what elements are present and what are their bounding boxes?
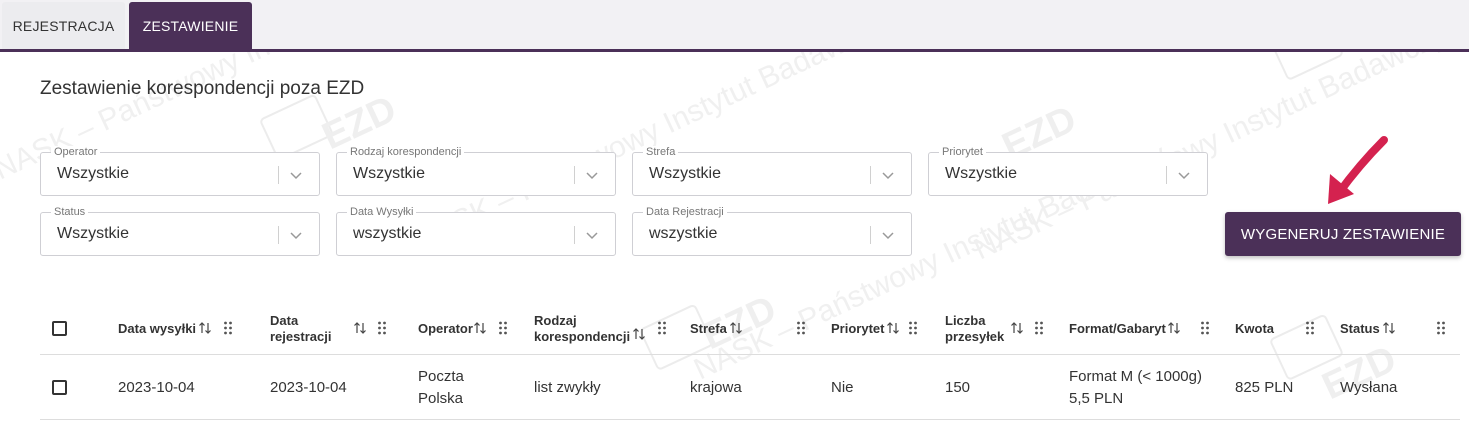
data-wysylki-select[interactable]: Data Wysyłki wszystkie	[336, 206, 616, 256]
drag-handle-icon[interactable]	[377, 321, 387, 335]
rodzaj-korespondencji-select[interactable]: Rodzaj korespondencji Wszystkie	[336, 146, 616, 196]
sort-icon[interactable]	[473, 321, 487, 335]
status-value: Wszystkie	[57, 225, 129, 242]
data-rejestracji-label: Data Rejestracji	[643, 206, 727, 218]
page-title: Zestawienie korespondencji poza EZD	[40, 78, 365, 99]
priorytet-select[interactable]: Priorytet Wszystkie	[928, 146, 1208, 196]
header-strefa[interactable]: Strefa	[690, 302, 727, 355]
chevron-down-icon[interactable]	[287, 226, 305, 244]
header-priorytet[interactable]: Priorytet	[831, 302, 884, 355]
divider	[870, 226, 871, 244]
tab-bar: REJESTRACJA ZESTAWIENIE	[0, 0, 1469, 52]
divider	[1166, 166, 1167, 184]
header-operator[interactable]: Operator	[418, 302, 473, 355]
cell-data-wysylki: 2023-10-04	[118, 378, 195, 396]
sort-icon[interactable]	[1382, 321, 1396, 335]
divider	[870, 166, 871, 184]
header-status[interactable]: Status	[1340, 302, 1380, 355]
data-rejestracji-select[interactable]: Data Rejestracji wszystkie	[632, 206, 912, 256]
priorytet-label: Priorytet	[939, 146, 986, 158]
drag-handle-icon[interactable]	[796, 321, 806, 335]
status-select[interactable]: Status Wszystkie	[40, 206, 320, 256]
data-rejestracji-value: wszystkie	[649, 225, 718, 242]
generate-report-button[interactable]: WYGENERUJ ZESTAWIENIE	[1225, 212, 1461, 256]
drag-handle-icon[interactable]	[498, 321, 508, 335]
sort-icon[interactable]	[1010, 321, 1024, 335]
chevron-down-icon[interactable]	[879, 166, 897, 184]
tab-zestawienie[interactable]: ZESTAWIENIE	[129, 2, 252, 49]
operator-value: Wszystkie	[57, 165, 129, 182]
table-header: Data wysyłki Data rejestracji Operator Ro…	[40, 302, 1460, 355]
drag-handle-icon[interactable]	[657, 321, 667, 335]
cell-rodzaj: list zwykły	[534, 378, 601, 396]
data-wysylki-label: Data Wysyłki	[347, 206, 417, 218]
tab-zestawienie-label: ZESTAWIENIE	[142, 17, 239, 34]
header-data-wysylki[interactable]: Data wysyłki	[118, 302, 196, 355]
drag-handle-icon[interactable]	[223, 321, 233, 335]
sort-icon[interactable]	[886, 321, 900, 335]
rodzaj-korespondencji-label: Rodzaj korespondencji	[347, 146, 465, 158]
table-row[interactable]: 2023-10-04 2023-10-04 Poczta Polska list …	[40, 355, 1460, 420]
chevron-down-icon[interactable]	[583, 166, 601, 184]
strefa-value: Wszystkie	[649, 165, 721, 182]
divider	[278, 166, 279, 184]
header-kwota[interactable]: Kwota	[1235, 302, 1274, 355]
cell-strefa: krajowa	[690, 378, 742, 396]
header-rodzaj-korespondencji[interactable]: Rodzaj korespondencji	[534, 302, 630, 355]
data-wysylki-value: wszystkie	[353, 225, 422, 242]
sort-icon[interactable]	[729, 321, 743, 335]
tab-rejestracja[interactable]: REJESTRACJA	[2, 2, 125, 49]
chevron-down-icon[interactable]	[879, 226, 897, 244]
drag-handle-icon[interactable]	[1200, 321, 1210, 335]
chevron-down-icon[interactable]	[287, 166, 305, 184]
operator-label: Operator	[51, 146, 101, 158]
chevron-down-icon[interactable]	[583, 226, 601, 244]
header-liczba-przesylek[interactable]: Liczba przesyłek	[945, 302, 1004, 355]
cell-liczba: 150	[945, 378, 971, 396]
divider	[574, 226, 575, 244]
drag-handle-icon[interactable]	[1305, 321, 1315, 335]
row-checkbox[interactable]	[52, 380, 67, 395]
cell-data-rejestracji: 2023-10-04	[270, 378, 347, 396]
status-label: Status	[51, 206, 89, 218]
rodzaj-korespondencji-value: Wszystkie	[353, 165, 425, 182]
cell-operator: Poczta Polska	[418, 367, 464, 407]
operator-select[interactable]: Operator Wszystkie	[40, 146, 320, 196]
strefa-label: Strefa	[643, 146, 679, 158]
sort-icon[interactable]	[632, 327, 646, 341]
priorytet-value: Wszystkie	[945, 165, 1017, 182]
divider	[574, 166, 575, 184]
sort-icon[interactable]	[198, 321, 212, 335]
cell-status: Wysłana	[1340, 378, 1398, 396]
select-all-checkbox[interactable]	[52, 321, 67, 336]
strefa-select[interactable]: Strefa Wszystkie	[632, 146, 912, 196]
divider	[278, 226, 279, 244]
cell-format: Format M (< 1000g) 5,5 PLN	[1069, 367, 1202, 407]
cell-priorytet: Nie	[831, 378, 854, 396]
header-format-gabaryt[interactable]: Format/Gabaryt	[1069, 302, 1166, 355]
cell-kwota: 825 PLN	[1235, 378, 1294, 396]
sort-icon[interactable]	[353, 321, 367, 335]
header-data-rejestracji[interactable]: Data rejestracji	[270, 302, 331, 355]
chevron-down-icon[interactable]	[1175, 166, 1193, 184]
arrow-annotation-icon	[1328, 136, 1388, 204]
drag-handle-icon[interactable]	[1034, 321, 1044, 335]
tab-rejestracja-label: REJESTRACJA	[12, 17, 115, 34]
drag-handle-icon[interactable]	[908, 321, 918, 335]
drag-handle-icon[interactable]	[1436, 321, 1446, 335]
sort-icon[interactable]	[1167, 321, 1181, 335]
